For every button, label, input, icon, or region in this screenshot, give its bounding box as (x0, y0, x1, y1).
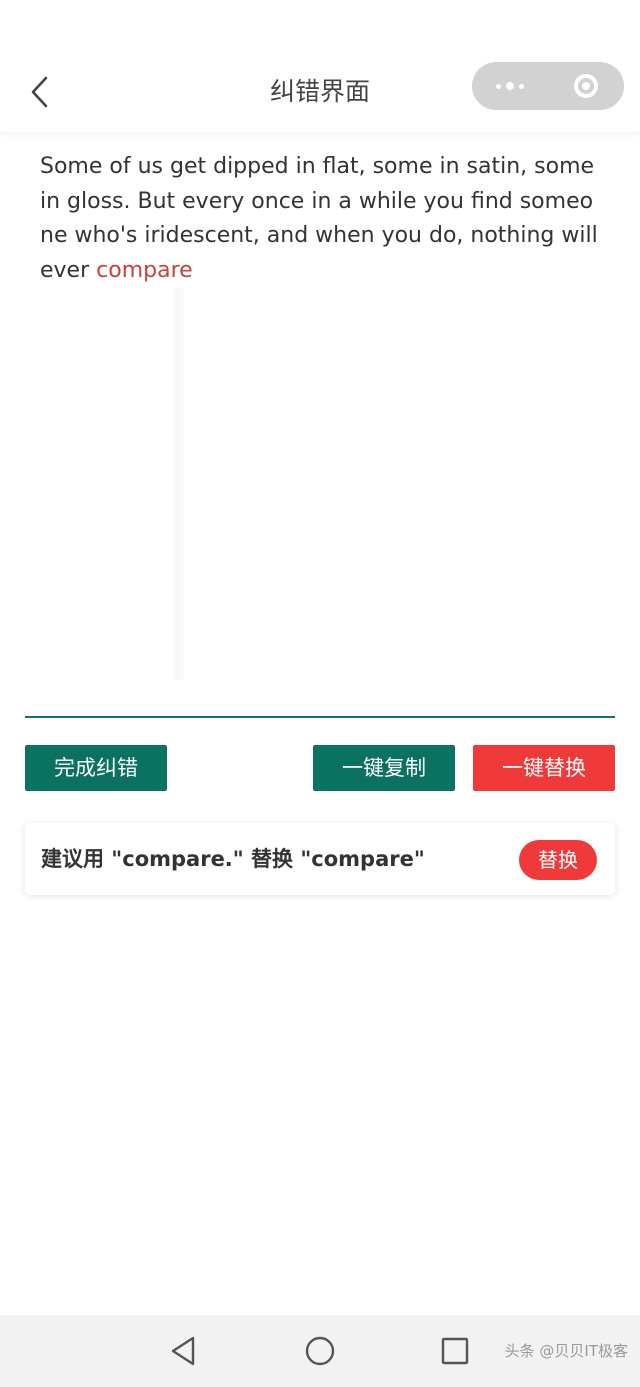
finish-correction-button[interactable]: 完成纠错 (25, 745, 167, 791)
system-recent-button[interactable] (435, 1333, 475, 1369)
app-header: 纠错界面 (0, 0, 640, 132)
suggestion-text: 建议用 "compare." 替换 "compare" (41, 847, 425, 871)
text-editor[interactable]: Some of us get dipped in flat, some in s… (40, 150, 602, 690)
suggestion-card: 建议用 "compare." 替换 "compare" 替换 (25, 823, 615, 895)
replace-button[interactable]: 替换 (519, 840, 597, 880)
circle-home-icon (305, 1336, 335, 1366)
error-word-highlight[interactable]: compare (96, 258, 193, 283)
copy-all-button[interactable]: 一键复制 (313, 745, 455, 791)
close-button[interactable] (548, 62, 624, 110)
mini-program-capsule (472, 62, 624, 110)
editor-divider (25, 716, 615, 718)
system-back-button[interactable] (163, 1333, 203, 1369)
replace-all-button[interactable]: 一键替换 (473, 745, 615, 791)
system-home-button[interactable] (300, 1333, 340, 1369)
watermark: 头条 @贝贝IT极客 (504, 1342, 628, 1360)
more-dots-icon (496, 82, 524, 90)
target-circle-icon (574, 74, 598, 98)
triangle-back-icon (171, 1336, 195, 1366)
editor-scrollbar[interactable] (172, 288, 186, 680)
square-recent-icon (441, 1337, 469, 1365)
more-button[interactable] (472, 62, 548, 110)
